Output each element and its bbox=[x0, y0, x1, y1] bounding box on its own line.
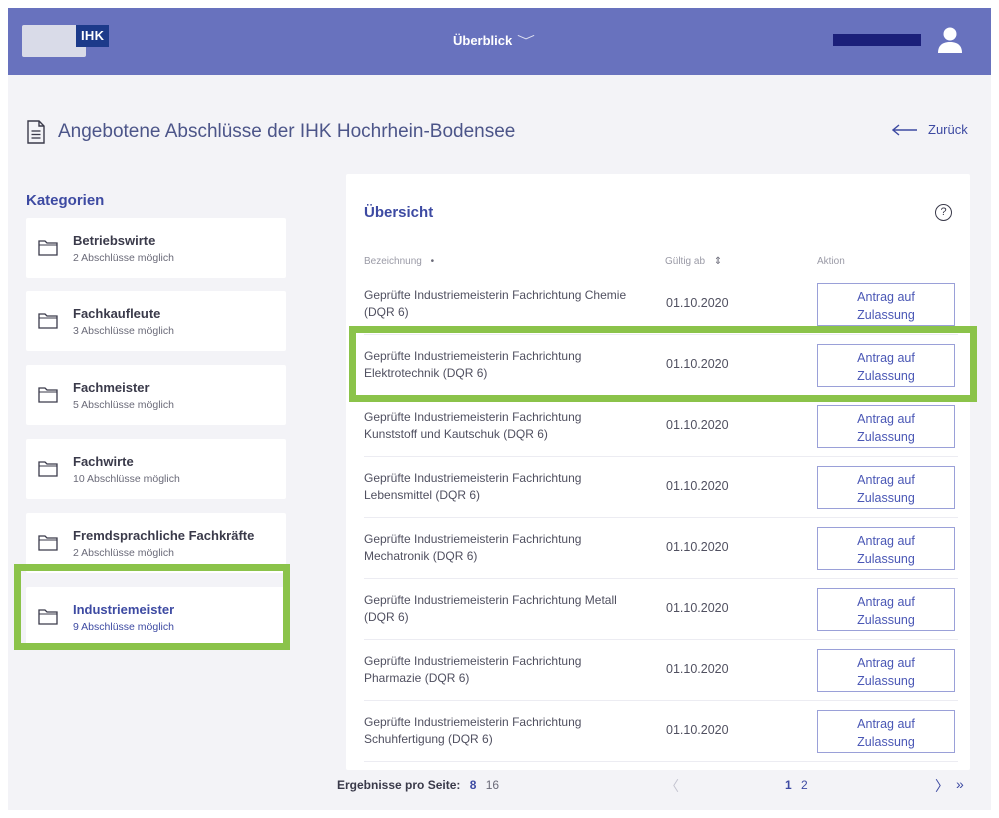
highlight-active-category bbox=[14, 564, 290, 650]
qualification-name: Geprüfte Industriemeisterin Fachrichtung… bbox=[364, 471, 582, 502]
ihk-logo-text: IHK bbox=[76, 25, 110, 47]
back-link-label: Zurück bbox=[928, 122, 968, 137]
apply-for-admission-button[interactable]: Antrag auf Zulassung bbox=[817, 283, 955, 326]
valid-from-date: 01.10.2020 bbox=[666, 662, 729, 676]
category-item[interactable]: Fachwirte 10 Abschlüsse möglich bbox=[26, 439, 286, 499]
category-item[interactable]: Betriebswirte 2 Abschlüsse möglich bbox=[26, 218, 286, 278]
overview-panel: Übersicht ? Bezeichnung • Gültig ab ⇕ Ak… bbox=[346, 174, 970, 770]
arrow-left-icon bbox=[892, 123, 917, 136]
folder-icon bbox=[38, 239, 58, 256]
qualification-name: Geprüfte Industriemeisterin Fachrichtung… bbox=[364, 593, 617, 624]
categories-heading: Kategorien bbox=[26, 192, 105, 209]
page-title: Angebotene Abschlüsse der IHK Hochrhein-… bbox=[58, 121, 516, 142]
valid-from-date: 01.10.2020 bbox=[666, 296, 729, 310]
valid-from-date: 01.10.2020 bbox=[666, 479, 729, 493]
column-header-valid-from[interactable]: Gültig ab ⇕ bbox=[665, 256, 722, 267]
category-name: Fachwirte bbox=[73, 453, 134, 469]
results-per-page-label: Ergebnisse pro Seite: bbox=[337, 778, 461, 792]
category-count: 2 Abschlüsse möglich bbox=[73, 251, 174, 264]
category-name: Fachkaufleute bbox=[73, 305, 161, 321]
per-page-option-16[interactable]: 16 bbox=[486, 778, 499, 792]
apply-for-admission-button[interactable]: Antrag auf Zulassung bbox=[817, 588, 955, 631]
back-link[interactable]: Zurück bbox=[892, 122, 968, 137]
folder-icon bbox=[38, 534, 58, 551]
table-row: Geprüfte Industriemeisterin Fachrichtung… bbox=[364, 579, 958, 640]
document-icon bbox=[27, 120, 45, 144]
table-row: Geprüfte Industriemeisterin Fachrichtung… bbox=[364, 701, 958, 762]
table-row: Geprüfte Industriemeisterin Fachrichtung… bbox=[364, 457, 958, 518]
previous-page-icon[interactable]: 〈 bbox=[665, 776, 679, 796]
table-row: Geprüfte Industriemeisterin Fachrichtung… bbox=[364, 640, 958, 701]
table-row: Geprüfte Industriemeisterin Fachrichtung… bbox=[364, 518, 958, 579]
valid-from-date: 01.10.2020 bbox=[666, 601, 729, 615]
results-per-page: Ergebnisse pro Seite: 8 16 bbox=[337, 778, 499, 792]
overview-title: Übersicht bbox=[364, 204, 434, 221]
redacted-user-name bbox=[833, 34, 921, 46]
category-name: Betriebswirte bbox=[73, 232, 156, 248]
category-name: Fremdsprachliche Fachkräfte bbox=[73, 527, 255, 543]
apply-for-admission-button[interactable]: Antrag auf Zulassung bbox=[817, 527, 955, 570]
qualification-name: Geprüfte Industriemeisterin Fachrichtung… bbox=[364, 715, 582, 746]
column-header-action: Aktion bbox=[817, 256, 845, 267]
apply-for-admission-button[interactable]: Antrag auf Zulassung bbox=[817, 466, 955, 509]
folder-icon bbox=[38, 386, 58, 403]
apply-for-admission-button[interactable]: Antrag auf Zulassung bbox=[817, 649, 955, 692]
category-name: Fachmeister bbox=[73, 379, 150, 395]
apply-for-admission-button[interactable]: Antrag auf Zulassung bbox=[817, 405, 955, 448]
valid-from-date: 01.10.2020 bbox=[666, 540, 729, 554]
qualification-name: Geprüfte Industriemeisterin Fachrichtung… bbox=[364, 288, 627, 319]
folder-icon bbox=[38, 312, 58, 329]
category-item[interactable]: Fachkaufleute 3 Abschlüsse möglich bbox=[26, 291, 286, 351]
next-page-icon[interactable]: 〉 bbox=[935, 776, 949, 796]
overview-dropdown[interactable]: Überblick ﹀ bbox=[453, 32, 536, 49]
per-page-option-8[interactable]: 8 bbox=[470, 778, 477, 792]
category-count: 5 Abschlüsse möglich bbox=[73, 398, 174, 411]
chevron-down-icon: ﹀ bbox=[517, 34, 536, 48]
page-number-1[interactable]: 1 bbox=[785, 778, 792, 792]
ihk-logo[interactable]: IHK bbox=[22, 25, 110, 57]
qualification-name: Geprüfte Industriemeisterin Fachrichtung… bbox=[364, 532, 582, 563]
help-icon[interactable]: ? bbox=[935, 204, 952, 221]
apply-for-admission-button[interactable]: Antrag auf Zulassung bbox=[817, 710, 955, 753]
sort-toggle-icon: ⇕ bbox=[713, 256, 723, 267]
folder-icon bbox=[38, 460, 58, 477]
last-page-icon[interactable]: » bbox=[956, 776, 964, 792]
valid-from-date: 01.10.2020 bbox=[666, 723, 729, 737]
valid-from-date: 01.10.2020 bbox=[666, 418, 729, 432]
sort-indicator-icon: • bbox=[430, 256, 435, 267]
overview-dropdown-label: Überblick bbox=[453, 33, 513, 48]
category-item[interactable]: Fachmeister 5 Abschlüsse möglich bbox=[26, 365, 286, 425]
category-count: 3 Abschlüsse möglich bbox=[73, 324, 174, 337]
user-account-icon[interactable] bbox=[937, 26, 963, 54]
highlight-selected-row bbox=[349, 326, 977, 402]
page-number-2[interactable]: 2 bbox=[801, 778, 808, 792]
page-title-row: Angebotene Abschlüsse der IHK Hochrhein-… bbox=[26, 120, 515, 144]
top-navigation-bar: IHK Überblick ﹀ bbox=[8, 8, 991, 75]
column-header-name[interactable]: Bezeichnung • bbox=[364, 256, 434, 267]
page-numbers: 1 2 bbox=[785, 778, 814, 792]
category-count: 2 Abschlüsse möglich bbox=[73, 546, 174, 559]
category-count: 10 Abschlüsse möglich bbox=[73, 472, 180, 485]
qualification-name: Geprüfte Industriemeisterin Fachrichtung… bbox=[364, 410, 582, 441]
qualification-name: Geprüfte Industriemeisterin Fachrichtung… bbox=[364, 654, 582, 685]
table-row: Geprüfte Industriemeisterin Fachrichtung… bbox=[364, 396, 958, 457]
